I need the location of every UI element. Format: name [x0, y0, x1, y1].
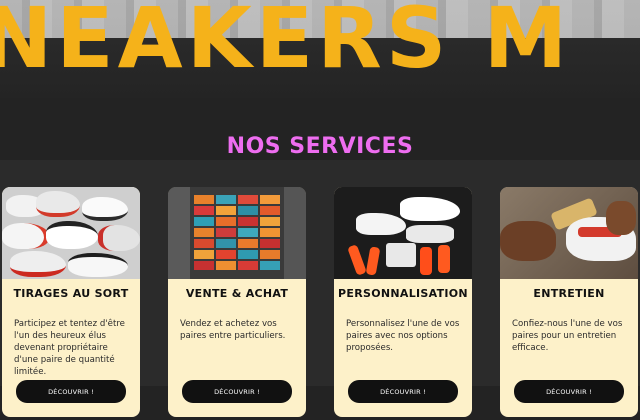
- card-title: PERSONNALISATION: [338, 287, 468, 300]
- discover-button-entretien[interactable]: DÉCOUVRIR !: [514, 380, 624, 403]
- card-description: Vendez et achetez vos paires entre parti…: [180, 319, 286, 341]
- card-title: ENTRETIEN: [533, 287, 605, 300]
- section-title: NOS SERVICES: [226, 134, 414, 159]
- service-card-vente-achat: VENTE & ACHAT Vendez et achetez vos pair…: [168, 187, 306, 417]
- discover-button-tirages[interactable]: DÉCOUVRIR !: [16, 380, 126, 403]
- service-card-tirages: TIRAGES AU SORT Participez et tentez d'ê…: [2, 187, 140, 417]
- hero-title: NEAKERS M: [0, 0, 572, 87]
- card-description: Confiez-nous l'une de vos paires pour un…: [512, 319, 623, 353]
- hero-banner: NEAKERS M: [0, 0, 640, 98]
- service-card-personnalisation: PERSONNALISATION Personnalisez l'une de …: [334, 187, 472, 417]
- sneaker-pile-photo: [2, 187, 140, 279]
- shoe-boxes-van-photo: [168, 187, 306, 279]
- service-card-entretien: ENTRETIEN Confiez-nous l'une de vos pair…: [500, 187, 638, 417]
- card-description: Participez et tentez d'être l'un des heu…: [14, 319, 125, 377]
- card-title: TIRAGES AU SORT: [13, 287, 129, 300]
- discover-button-personnalisation[interactable]: DÉCOUVRIR !: [348, 380, 458, 403]
- card-description: Personnalisez l'une de vos paires avec n…: [346, 319, 460, 353]
- white-sneakers-laces-photo: [334, 187, 472, 279]
- sneaker-cleaning-photo: [500, 187, 638, 279]
- discover-button-vente-achat[interactable]: DÉCOUVRIR !: [182, 380, 292, 403]
- card-title: VENTE & ACHAT: [185, 287, 289, 300]
